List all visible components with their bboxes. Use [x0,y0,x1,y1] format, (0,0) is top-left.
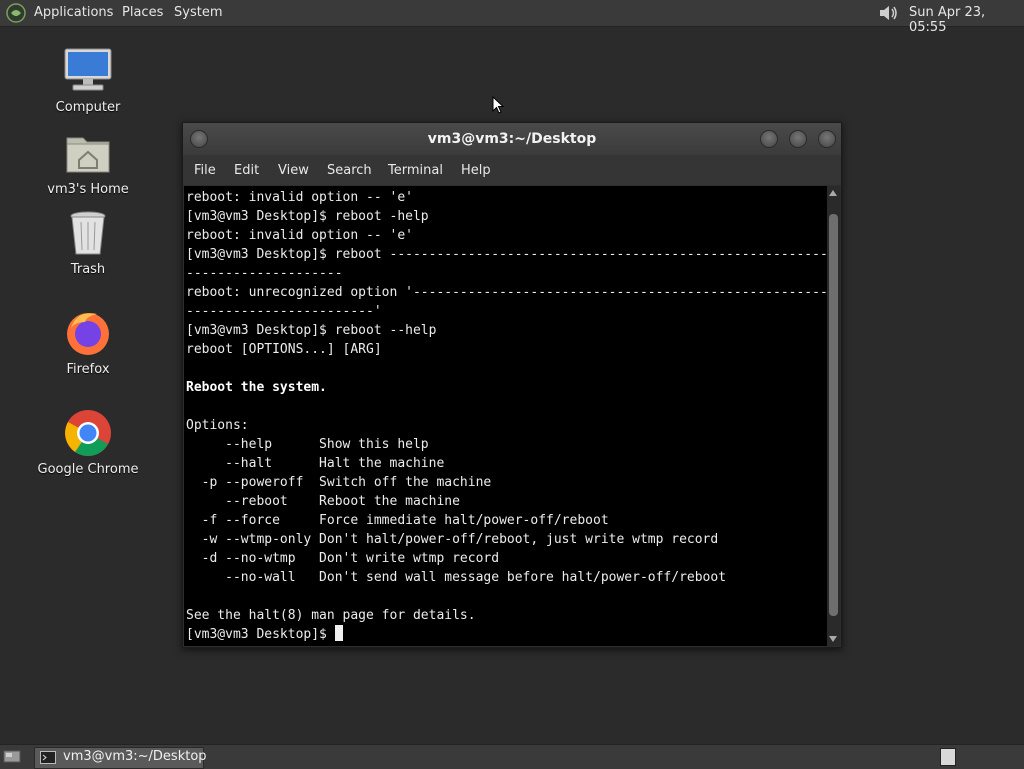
terminal-line: reboot [OPTIONS...] [ARG] [186,342,382,357]
menu-file[interactable]: File [194,163,216,178]
minimize-button[interactable] [760,130,778,148]
speaker-icon[interactable] [877,3,901,23]
desktop-icon-label: Computer [55,100,121,115]
desktop-icon-trash[interactable]: Trash [28,208,148,277]
terminal-line: Reboot the system. [186,380,327,395]
system-menu[interactable]: System [174,5,222,20]
terminal-line: [vm3@vm3 Desktop]$ reboot -help [186,209,429,224]
workspace-switcher[interactable] [940,748,956,766]
terminal-line: reboot: unrecognized option '-----------… [186,285,827,300]
bottom-panel: vm3@vm3:~/Desktop [0,744,1024,769]
desktop-icon-label: Firefox [66,362,110,377]
scroll-down-icon[interactable] [829,636,837,642]
terminal-line: reboot: invalid option -- 'e' [186,228,413,243]
places-menu[interactable]: Places [122,5,163,20]
terminal-line: -d --no-wtmp Don't write wtmp record [186,551,500,566]
window-titlebar[interactable]: vm3@vm3:~/Desktop [183,123,841,155]
terminal-line: -p --poweroff Switch off the machine [186,475,492,490]
close-button[interactable] [818,130,836,148]
scroll-up-icon[interactable] [829,190,837,196]
desktop-icon-label: vm3's Home [47,182,129,197]
terminal-line: --no-wall Don't send wall message before… [186,570,727,585]
taskbar-terminal-button[interactable]: vm3@vm3:~/Desktop [34,747,207,769]
terminal-output[interactable]: reboot: invalid option -- 'e' [vm3@vm3 D… [184,186,827,646]
terminal-line: --halt Halt the machine [186,456,445,471]
terminal-line: --help Show this help [186,437,429,452]
terminal-line: -f --force Force immediate halt/power-of… [186,513,609,528]
show-desktop-icon[interactable] [3,748,21,764]
terminal-line: -w --wtmp-only Don't halt/power-off/rebo… [186,532,719,547]
terminal-cursor [334,625,343,641]
terminal-line: -------------------- [186,266,343,281]
terminal-line: See the halt(8) man page for details. [186,608,476,623]
trash-icon [63,208,113,258]
menu-view[interactable]: View [278,163,309,178]
desktop-icon-label: Google Chrome [37,462,139,477]
menu-edit[interactable]: Edit [234,163,259,178]
maximize-button[interactable] [789,130,807,148]
terminal-prompt: [vm3@vm3 Desktop]$ [186,627,335,642]
desktop-icon-computer[interactable]: Computer [28,46,148,115]
terminal-line: reboot: invalid option -- 'e' [186,190,413,205]
terminal-scrollbar[interactable] [827,186,840,646]
distro-logo-icon[interactable] [6,3,26,23]
taskbar-button-label: vm3@vm3:~/Desktop [63,749,207,764]
chrome-icon [63,408,113,458]
desktop-icon-firefox[interactable]: Firefox [28,308,148,377]
terminal-line: [vm3@vm3 Desktop]$ reboot --------------… [186,247,827,262]
terminal-line: Options: [186,418,249,433]
firefox-icon [63,308,113,358]
terminal-text: reboot: invalid option -- 'e' [vm3@vm3 D… [184,186,827,644]
window-title: vm3@vm3:~/Desktop [427,131,597,147]
home-folder-icon [63,128,113,178]
terminal-icon [40,751,56,764]
mouse-pointer-icon [492,96,504,114]
menu-search[interactable]: Search [327,163,372,178]
terminal-line: [vm3@vm3 Desktop]$ reboot --help [186,323,437,338]
terminal-line: ------------------------' [186,304,382,319]
desktop-icon-label: Trash [70,262,106,277]
menu-terminal[interactable]: Terminal [388,163,443,178]
menu-help[interactable]: Help [461,163,491,178]
desktop-icon-home[interactable]: vm3's Home [28,128,148,197]
terminal-line: --reboot Reboot the machine [186,494,460,509]
desktop-icon-chrome[interactable]: Google Chrome [28,408,148,477]
computer-icon [63,46,113,96]
terminal-menubar: File Edit View Search Terminal Help [183,155,841,185]
clock[interactable]: Sun Apr 23, 05:55 [909,5,1024,35]
scroll-thumb[interactable] [829,214,838,616]
top-panel: Applications Places System Sun Apr 23, 0… [0,0,1024,35]
applications-menu[interactable]: Applications [34,5,113,20]
terminal-window[interactable]: vm3@vm3:~/Desktop File Edit View Search … [182,122,842,648]
